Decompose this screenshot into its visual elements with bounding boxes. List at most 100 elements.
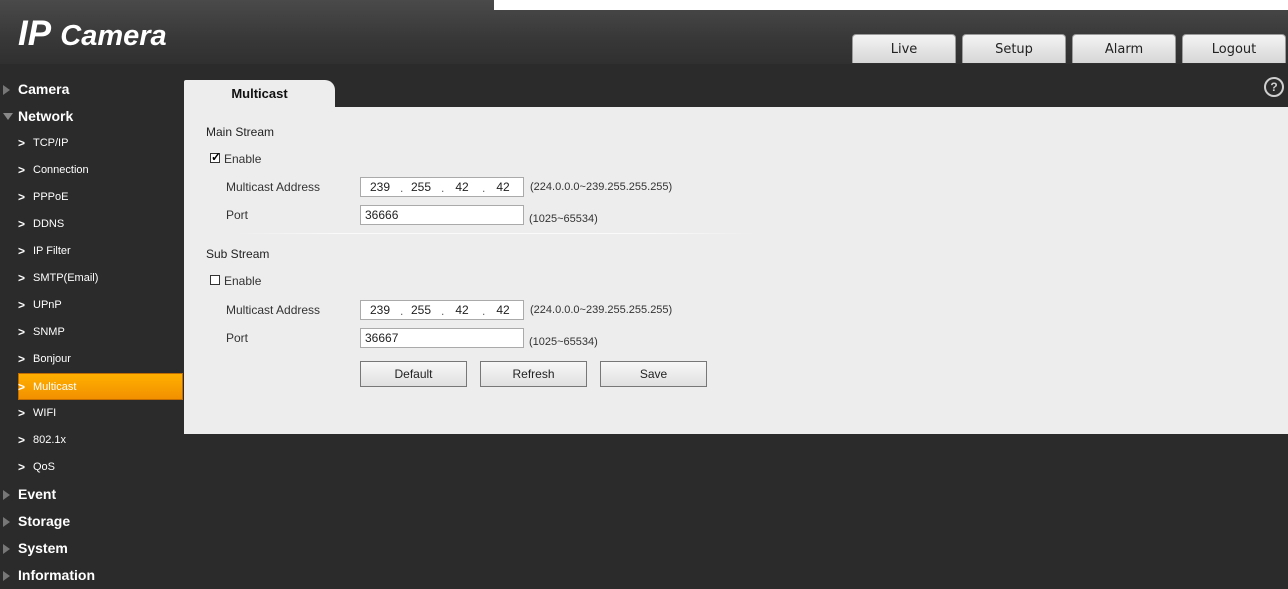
sidebar-item-qos[interactable]: > QoS	[0, 454, 184, 481]
ip-octet[interactable]: 42	[486, 303, 520, 317]
main-stream-port-label: Port	[226, 208, 249, 222]
sidebar-item-label: Multicast	[33, 381, 77, 393]
default-button[interactable]: Default	[360, 361, 467, 387]
collapsed-arrow-icon	[3, 490, 10, 500]
multicast-settings-panel: Main Stream ✓ Enable Multicast Address 2…	[184, 107, 1288, 434]
refresh-button[interactable]: Refresh	[480, 361, 587, 387]
chevron-right-icon: >	[18, 136, 26, 150]
chevron-right-icon: >	[18, 406, 26, 420]
ip-octet[interactable]: 239	[363, 180, 397, 194]
tab-multicast[interactable]: Multicast	[184, 80, 335, 107]
main-stream-title: Main Stream	[206, 125, 275, 139]
sidebar-item-label: SMTP(Email)	[33, 272, 99, 284]
sidebar-item-smtp[interactable]: > SMTP(Email)	[0, 265, 184, 292]
sub-stream-address-input[interactable]: 239 . 255 . 42 . 42	[360, 300, 524, 320]
sidebar-item-wifi[interactable]: > WIFI	[0, 400, 184, 427]
chevron-right-icon: >	[18, 352, 26, 366]
sidebar-item-tcpip[interactable]: > TCP/IP	[0, 130, 184, 157]
main-stream-port-input[interactable]: 36666	[360, 205, 524, 225]
sub-stream-enable-label: Enable	[224, 274, 262, 288]
sidebar-category-label: Event	[18, 486, 57, 502]
sidebar-item-label: 802.1x	[33, 434, 67, 446]
ip-octet[interactable]: 255	[404, 180, 438, 194]
chevron-right-icon: >	[18, 244, 26, 258]
ip-octet[interactable]: 42	[445, 180, 479, 194]
sidebar-item-snmp[interactable]: > SNMP	[0, 319, 184, 346]
tab-live[interactable]: Live	[852, 34, 956, 63]
chevron-right-icon: >	[18, 325, 26, 339]
sidebar-item-bonjour[interactable]: > Bonjour	[0, 346, 184, 373]
sidebar-category-label: System	[18, 540, 68, 556]
sidebar-category-event[interactable]: Event	[0, 481, 184, 508]
sub-stream-title: Sub Stream	[206, 247, 270, 261]
sub-stream-port-input[interactable]: 36667	[360, 328, 524, 348]
sidebar-category-label: Storage	[18, 513, 71, 529]
sub-stream-address-range: (224.0.0.0~239.255.255.255)	[530, 304, 673, 316]
sidebar-category-information[interactable]: Information	[0, 562, 184, 589]
main-stream-address-input[interactable]: 239 . 255 . 42 . 42	[360, 177, 524, 197]
main-stream-enable-checkbox[interactable]: ✓	[210, 150, 222, 164]
collapsed-arrow-icon	[3, 517, 10, 527]
chevron-right-icon: >	[18, 190, 26, 204]
ip-separator: .	[482, 181, 486, 195]
sidebar-item-upnp[interactable]: > UPnP	[0, 292, 184, 319]
main-stream-enable-label: Enable	[224, 152, 262, 166]
chevron-right-icon: >	[18, 380, 26, 394]
tab-alarm[interactable]: Alarm	[1072, 34, 1176, 63]
sidebar-category-system[interactable]: System	[0, 535, 184, 562]
sidebar-category-label: Information	[18, 567, 95, 583]
ip-separator: .	[482, 304, 486, 318]
checkmark-icon: ✓	[211, 150, 222, 164]
sidebar-item-ip-filter[interactable]: > IP Filter	[0, 238, 184, 265]
main-stream-address-range: (224.0.0.0~239.255.255.255)	[530, 181, 673, 193]
sidebar-item-label: Bonjour	[33, 353, 71, 365]
ip-octet[interactable]: 239	[363, 303, 397, 317]
save-button[interactable]: Save	[600, 361, 707, 387]
ip-separator: .	[400, 304, 404, 318]
ip-separator: .	[441, 181, 445, 195]
sidebar-item-connection[interactable]: > Connection	[0, 157, 184, 184]
ip-octet[interactable]: 255	[404, 303, 438, 317]
app-logo: IP Camera	[18, 14, 167, 54]
sidebar-category-camera[interactable]: Camera	[0, 76, 184, 103]
sidebar-item-label: PPPoE	[33, 191, 69, 203]
section-divider	[234, 233, 754, 234]
tab-logout[interactable]: Logout	[1182, 34, 1286, 63]
sidebar-item-pppoe[interactable]: > PPPoE	[0, 184, 184, 211]
sidebar-category-network[interactable]: Network	[0, 103, 184, 130]
sidebar-item-label: IP Filter	[33, 245, 71, 257]
expanded-arrow-icon	[3, 113, 13, 120]
chevron-right-icon: >	[18, 433, 26, 447]
content-tab-bar: Multicast ?	[184, 77, 1288, 107]
sidebar-item-label: UPnP	[33, 299, 62, 311]
collapsed-arrow-icon	[3, 544, 10, 554]
chevron-right-icon: >	[18, 217, 26, 231]
sub-stream-port-range: (1025~65534)	[529, 336, 598, 348]
sidebar-item-ddns[interactable]: > DDNS	[0, 211, 184, 238]
header-top-strip	[494, 0, 1288, 10]
header-bar: IP Camera Live Setup Alarm Logout	[0, 0, 1288, 64]
chevron-right-icon: >	[18, 298, 26, 312]
collapsed-arrow-icon	[3, 85, 10, 95]
chevron-right-icon: >	[18, 163, 26, 177]
sub-stream-address-label: Multicast Address	[226, 303, 321, 317]
tab-setup[interactable]: Setup	[962, 34, 1066, 63]
chevron-right-icon: >	[18, 460, 26, 474]
sidebar-item-multicast[interactable]: > Multicast	[18, 373, 183, 400]
sidebar-category-label: Network	[18, 108, 74, 124]
sidebar-item-label: DDNS	[33, 218, 65, 230]
ip-octet[interactable]: 42	[445, 303, 479, 317]
sidebar-item-8021x[interactable]: >802.1x	[0, 427, 184, 454]
ip-separator: .	[441, 304, 445, 318]
collapsed-arrow-icon	[3, 571, 10, 581]
logo-camera: Camera	[60, 20, 167, 52]
sidebar-category-label: Camera	[18, 81, 70, 97]
sub-stream-enable-checkbox[interactable]	[210, 275, 220, 285]
ip-octet[interactable]: 42	[486, 180, 520, 194]
help-icon[interactable]: ?	[1264, 77, 1284, 97]
sub-stream-port-label: Port	[226, 331, 249, 345]
sidebar: Camera Network > TCP/IP > Connection > PPPo…	[0, 76, 184, 589]
sidebar-item-label: Connection	[33, 164, 89, 176]
sidebar-category-storage[interactable]: Storage	[0, 508, 184, 535]
logo-ip: IP	[18, 14, 52, 53]
